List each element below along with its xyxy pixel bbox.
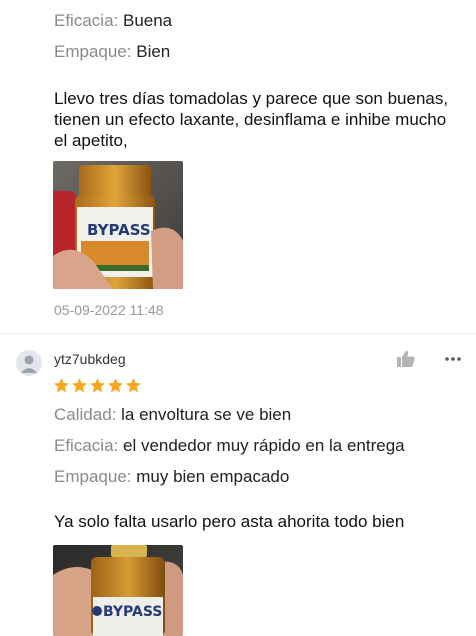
review1-date: 05-09-2022 11:48 bbox=[54, 302, 164, 318]
eficacia-label: Eficacia: bbox=[54, 436, 119, 455]
eficacia-value: el vendedor muy rápido en la entrega bbox=[122, 436, 405, 455]
more-dots-icon[interactable] bbox=[443, 349, 463, 369]
star-icon bbox=[54, 378, 69, 393]
review2-username[interactable]: ytz7ubkdeg bbox=[54, 351, 126, 367]
empaque-label: Empaque: bbox=[54, 467, 132, 486]
star-icon bbox=[108, 378, 123, 393]
empaque-value: Bien bbox=[136, 42, 171, 61]
review2-eficacia-row: Eficacia: el vendedor muy rápido en la e… bbox=[54, 436, 405, 456]
review2-photo[interactable]: BYPASS bbox=[53, 545, 183, 636]
review2-calidad-row: Calidad: la envoltura se ve bien bbox=[54, 405, 291, 425]
review2-empaque-row: Empaque: muy bien empacado bbox=[54, 467, 289, 487]
user-avatar-icon[interactable] bbox=[16, 350, 42, 376]
review2-rating-stars bbox=[53, 377, 142, 394]
product-photo-image: BYPASS bbox=[53, 161, 183, 289]
review1-eficacia-row: Eficacia: Buena bbox=[54, 11, 172, 31]
review1-photo[interactable]: BYPASS bbox=[53, 161, 183, 289]
photo-brand-text: BYPASS bbox=[87, 221, 151, 239]
eficacia-label: Eficacia: bbox=[54, 11, 119, 30]
eficacia-value: Buena bbox=[122, 11, 173, 30]
empaque-label: Empaque: bbox=[54, 42, 132, 61]
review-divider bbox=[0, 333, 476, 334]
product-photo-image: BYPASS bbox=[53, 545, 183, 636]
review2-text: Ya solo falta usarlo pero asta ahorita t… bbox=[54, 512, 405, 531]
star-icon bbox=[126, 378, 141, 393]
photo-brand-text: BYPASS bbox=[103, 604, 162, 620]
star-icon bbox=[90, 378, 105, 393]
calidad-value: la envoltura se ve bien bbox=[121, 405, 292, 424]
star-icon bbox=[72, 378, 87, 393]
empaque-value: muy bien empacado bbox=[136, 467, 290, 486]
review1-text: Llevo tres días tomadolas y parece que s… bbox=[54, 89, 449, 150]
thumbs-up-icon[interactable] bbox=[396, 349, 416, 369]
review1-empaque-row: Empaque: Bien bbox=[54, 42, 170, 62]
calidad-label: Calidad: bbox=[54, 405, 117, 424]
